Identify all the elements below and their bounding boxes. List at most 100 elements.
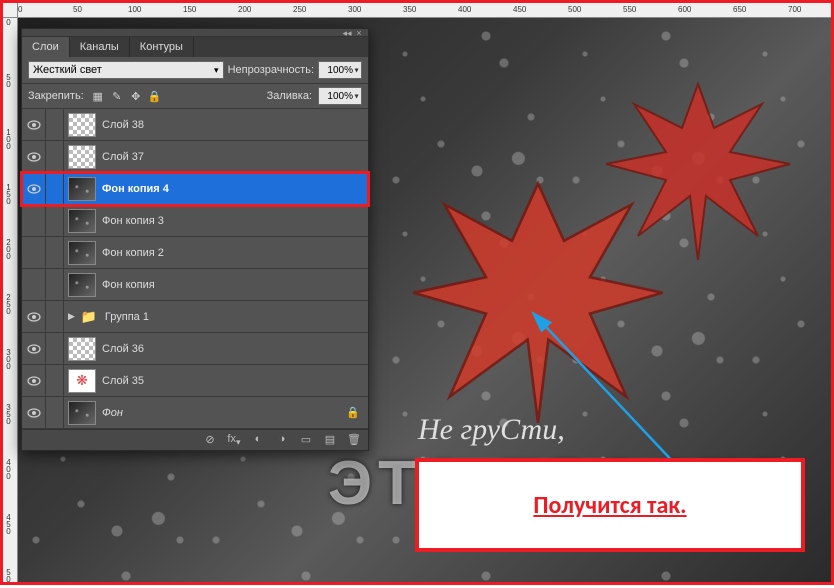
link-column (46, 237, 64, 268)
layer-name[interactable]: Фон копия 4 (102, 183, 368, 195)
link-column (46, 333, 64, 364)
annotation-callout: Получится так. (415, 458, 805, 552)
layer-thumbnail[interactable] (68, 209, 96, 233)
panel-footer: ⊘ fx▾ ◐ ◑ ▭ ▤ 🗑 (22, 429, 368, 450)
lock-position-icon[interactable]: ✥ (128, 88, 144, 104)
layer-name[interactable]: Группа 1 (105, 311, 368, 323)
layer-row[interactable]: Слой 35 (22, 365, 368, 397)
layer-row[interactable]: Фон копия 2 (22, 237, 368, 269)
ruler-tick: 50 (4, 73, 12, 87)
layer-row[interactable]: Слой 37 (22, 141, 368, 173)
panel-close-icon[interactable]: × (354, 30, 364, 36)
layer-row[interactable]: Фон копия 3 (22, 205, 368, 237)
layer-thumbnail[interactable] (68, 337, 96, 361)
layer-thumbnail[interactable] (68, 113, 96, 137)
ruler-tick: 500 (4, 568, 12, 582)
link-column (46, 141, 64, 172)
lock-paint-icon[interactable]: ✎ (109, 88, 125, 104)
folder-icon: 📁 (79, 309, 99, 325)
visibility-toggle[interactable] (22, 109, 46, 140)
new-group-icon[interactable]: ▭ (298, 433, 314, 447)
link-column (46, 301, 64, 332)
layer-row[interactable]: Слой 36 (22, 333, 368, 365)
adjustment-layer-icon[interactable]: ◑ (274, 433, 290, 447)
panel-menu-icon[interactable]: ◂◂ (342, 30, 352, 36)
layer-row[interactable]: Фон копия 4 (22, 173, 368, 205)
eye-icon (27, 376, 41, 386)
layer-thumbnail[interactable] (68, 241, 96, 265)
layer-name[interactable]: Слой 35 (102, 375, 368, 387)
ruler-horizontal[interactable]: 0501001502002503003504004505005506006507… (18, 3, 831, 18)
opacity-label: Непрозрачность: (228, 64, 314, 76)
ruler-tick: 450 (513, 5, 526, 14)
layer-name[interactable]: Фон копия 3 (102, 215, 368, 227)
layer-name[interactable]: Слой 36 (102, 343, 368, 355)
lock-icon: 🔒 (346, 406, 360, 419)
visibility-toggle[interactable] (22, 301, 46, 332)
visibility-toggle[interactable] (22, 269, 46, 300)
fill-input[interactable]: 100% (318, 87, 362, 105)
layer-name[interactable]: Фон копия (102, 279, 368, 291)
ruler-corner (3, 3, 18, 18)
tab-каналы[interactable]: Каналы (70, 37, 130, 57)
group-expand-icon[interactable]: ▶ (68, 311, 75, 322)
blend-mode-select[interactable]: Жесткий свет (28, 61, 224, 79)
ruler-tick: 650 (733, 5, 746, 14)
layer-thumbnail[interactable] (68, 273, 96, 297)
lock-transparent-icon[interactable]: ▦ (90, 88, 106, 104)
ruler-tick: 300 (4, 348, 12, 369)
ruler-tick: 300 (348, 5, 361, 14)
eye-icon (27, 312, 41, 322)
visibility-toggle[interactable] (22, 237, 46, 268)
ruler-tick: 400 (458, 5, 471, 14)
ruler-tick: 450 (4, 513, 12, 534)
visibility-toggle[interactable] (22, 141, 46, 172)
ruler-tick: 0 (4, 18, 12, 25)
panel-tabs: СлоиКаналыКонтуры (22, 37, 368, 57)
eye-icon (27, 344, 41, 354)
layers-panel[interactable]: ◂◂ × СлоиКаналыКонтуры Жесткий свет Непр… (21, 28, 369, 451)
eye-icon (27, 408, 41, 418)
visibility-toggle[interactable] (22, 173, 46, 204)
layer-name[interactable]: Фон (102, 407, 346, 419)
visibility-toggle[interactable] (22, 397, 46, 428)
layer-thumbnail[interactable] (68, 401, 96, 425)
layer-row[interactable]: Слой 38 (22, 109, 368, 141)
layer-fx-icon[interactable]: fx▾ (226, 433, 242, 447)
visibility-toggle[interactable] (22, 365, 46, 396)
eye-icon (27, 120, 41, 130)
tab-контуры[interactable]: Контуры (130, 37, 194, 57)
layer-name[interactable]: Слой 38 (102, 119, 368, 131)
layer-row[interactable]: ▶ 📁 Группа 1 (22, 301, 368, 333)
visibility-toggle[interactable] (22, 205, 46, 236)
tab-слои[interactable]: Слои (22, 37, 70, 57)
lock-icons-group: ▦ ✎ ✥ 🔒 (90, 88, 163, 104)
blend-opacity-row: Жесткий свет Непрозрачность: 100% (22, 57, 368, 84)
layer-thumbnail[interactable] (68, 177, 96, 201)
link-column (46, 109, 64, 140)
delete-layer-icon[interactable]: 🗑 (346, 433, 362, 447)
ruler-tick: 550 (623, 5, 636, 14)
ruler-tick: 100 (128, 5, 141, 14)
link-column (46, 205, 64, 236)
visibility-toggle[interactable] (22, 333, 46, 364)
layer-row[interactable]: Фон🔒 (22, 397, 368, 429)
layer-name[interactable]: Слой 37 (102, 151, 368, 163)
ruler-tick: 200 (4, 238, 12, 259)
layer-mask-icon[interactable]: ◐ (250, 433, 266, 447)
screenshot-frame: 0501001502002503003504004505005506006507… (0, 0, 834, 585)
artwork-leaf (398, 168, 678, 428)
lock-all-icon[interactable]: 🔒 (147, 88, 163, 104)
ruler-tick: 200 (238, 5, 251, 14)
opacity-input[interactable]: 100% (318, 61, 362, 79)
ruler-vertical[interactable]: 050100150200250300350400450500 (3, 18, 18, 582)
layer-thumbnail[interactable] (68, 145, 96, 169)
layer-name[interactable]: Фон копия 2 (102, 247, 368, 259)
new-layer-icon[interactable]: ▤ (322, 433, 338, 447)
link-layers-icon[interactable]: ⊘ (202, 433, 218, 447)
layer-row[interactable]: Фон копия (22, 269, 368, 301)
panel-grip[interactable]: ◂◂ × (22, 29, 368, 37)
layer-thumbnail[interactable] (68, 369, 96, 393)
eye-icon (27, 152, 41, 162)
lock-fill-row: Закрепить: ▦ ✎ ✥ 🔒 Заливка: 100% (22, 84, 368, 109)
